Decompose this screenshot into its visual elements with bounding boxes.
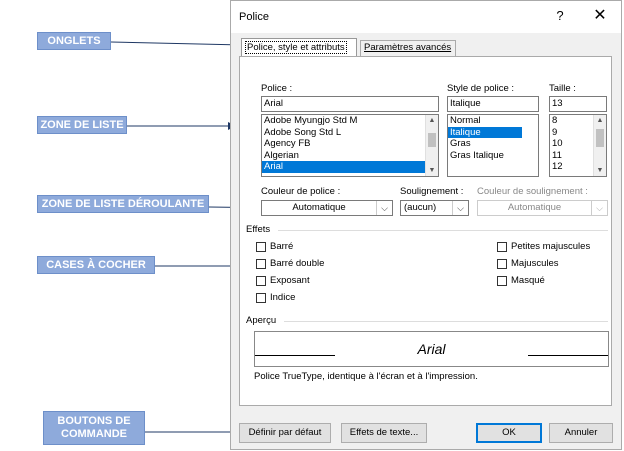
exposant-checkbox[interactable]	[256, 276, 266, 286]
help-button[interactable]: ?	[551, 7, 569, 25]
font-list-item[interactable]: Adobe Song Std L	[262, 127, 438, 139]
font-dialog: Police ? ✕ Police, style et attributs Pa…	[230, 0, 622, 450]
effects-label: Effets	[246, 224, 271, 235]
font-input[interactable]: Arial	[261, 96, 439, 112]
style-input[interactable]: Italique	[447, 96, 539, 112]
size-input[interactable]: 13	[549, 96, 607, 112]
font-color-dropdown[interactable]: Automatique ⌵	[261, 200, 393, 216]
underline-color-dropdown: Automatique ⌵	[477, 200, 608, 216]
scroll-thumb[interactable]	[596, 129, 604, 147]
underline-dropdown[interactable]: (aucun) ⌵	[400, 200, 469, 216]
font-list-item-selected[interactable]: Arial	[262, 161, 425, 173]
style-listbox[interactable]: Normal Italique Gras Gras Italique	[447, 114, 539, 177]
indice-label: Indice	[270, 292, 296, 303]
style-list-item-selected[interactable]: Italique	[448, 126, 522, 138]
scroll-down-icon[interactable]: ▼	[426, 165, 438, 176]
text-effects-button[interactable]: Effets de texte...	[341, 423, 427, 443]
size-list-scrollbar[interactable]: ▲ ▼	[593, 115, 606, 176]
barre-double-label: Barré double	[270, 258, 325, 269]
set-default-button[interactable]: Définir par défaut	[239, 423, 331, 443]
tab-panel: Police : Arial Adobe Myungjo Std M Adobe…	[239, 56, 612, 406]
style-list-item[interactable]: Gras	[448, 138, 538, 150]
preview-label: Aperçu	[246, 315, 277, 326]
indice-checkbox[interactable]	[256, 293, 266, 303]
size-listbox[interactable]: 8 9 10 11 12 ▲ ▼	[549, 114, 607, 177]
ok-button[interactable]: OK	[476, 423, 542, 443]
chevron-down-icon: ⌵	[591, 201, 607, 215]
title-bar: Police ? ✕	[231, 1, 621, 33]
petites-majuscules-label: Petites majuscules	[511, 241, 591, 252]
tab-police-style-attributs[interactable]: Police, style et attributs	[241, 38, 357, 56]
barre-double-checkbox[interactable]	[256, 259, 266, 269]
font-list-item[interactable]: Algerian	[262, 150, 438, 162]
font-listbox[interactable]: Adobe Myungjo Std M Adobe Song Std L Age…	[261, 114, 439, 177]
tab-parametres-avances[interactable]: Paramètres avancés	[360, 40, 456, 56]
scroll-thumb[interactable]	[428, 133, 436, 147]
font-color-label: Couleur de police :	[261, 186, 341, 197]
close-button[interactable]: ✕	[589, 5, 611, 27]
petites-majuscules-checkbox[interactable]	[497, 242, 507, 252]
arrow-onglets	[110, 40, 244, 49]
font-list-item[interactable]: Adobe Myungjo Std M	[262, 115, 438, 127]
scroll-up-icon[interactable]: ▲	[426, 115, 438, 126]
barre-checkbox[interactable]	[256, 242, 266, 252]
masque-label: Masqué	[511, 275, 545, 286]
barre-label: Barré	[270, 241, 294, 252]
preview-divider	[284, 321, 608, 322]
preview-baseline-right	[528, 355, 608, 356]
size-label: Taille :	[549, 83, 576, 94]
chevron-down-icon[interactable]: ⌵	[376, 201, 392, 215]
underline-color-label: Couleur de soulignement :	[477, 186, 588, 197]
masque-checkbox[interactable]	[497, 276, 507, 286]
scroll-up-icon[interactable]: ▲	[594, 115, 606, 126]
style-list-item[interactable]: Normal	[448, 115, 538, 127]
font-list-item[interactable]: Agency FB	[262, 138, 438, 150]
underline-label: Soulignement :	[400, 186, 464, 197]
style-list-item[interactable]: Gras Italique	[448, 150, 538, 162]
font-color-value: Automatique	[292, 202, 346, 213]
font-list-scrollbar[interactable]: ▲ ▼	[425, 115, 438, 176]
majuscules-label: Majuscules	[511, 258, 559, 269]
exposant-label: Exposant	[270, 275, 310, 286]
dialog-title: Police	[239, 11, 269, 23]
chevron-down-icon[interactable]: ⌵	[452, 201, 468, 215]
majuscules-checkbox[interactable]	[497, 259, 507, 269]
underline-value: (aucun)	[404, 202, 437, 213]
preview-description: Police TrueType, identique à l'écran et …	[254, 371, 478, 382]
effects-divider	[278, 230, 608, 231]
preview-box: Arial	[254, 331, 609, 367]
style-label: Style de police :	[447, 83, 515, 94]
scroll-down-icon[interactable]: ▼	[594, 165, 606, 176]
font-label: Police :	[261, 83, 293, 94]
underline-color-value: Automatique	[507, 202, 562, 213]
cancel-button[interactable]: Annuler	[549, 423, 613, 443]
